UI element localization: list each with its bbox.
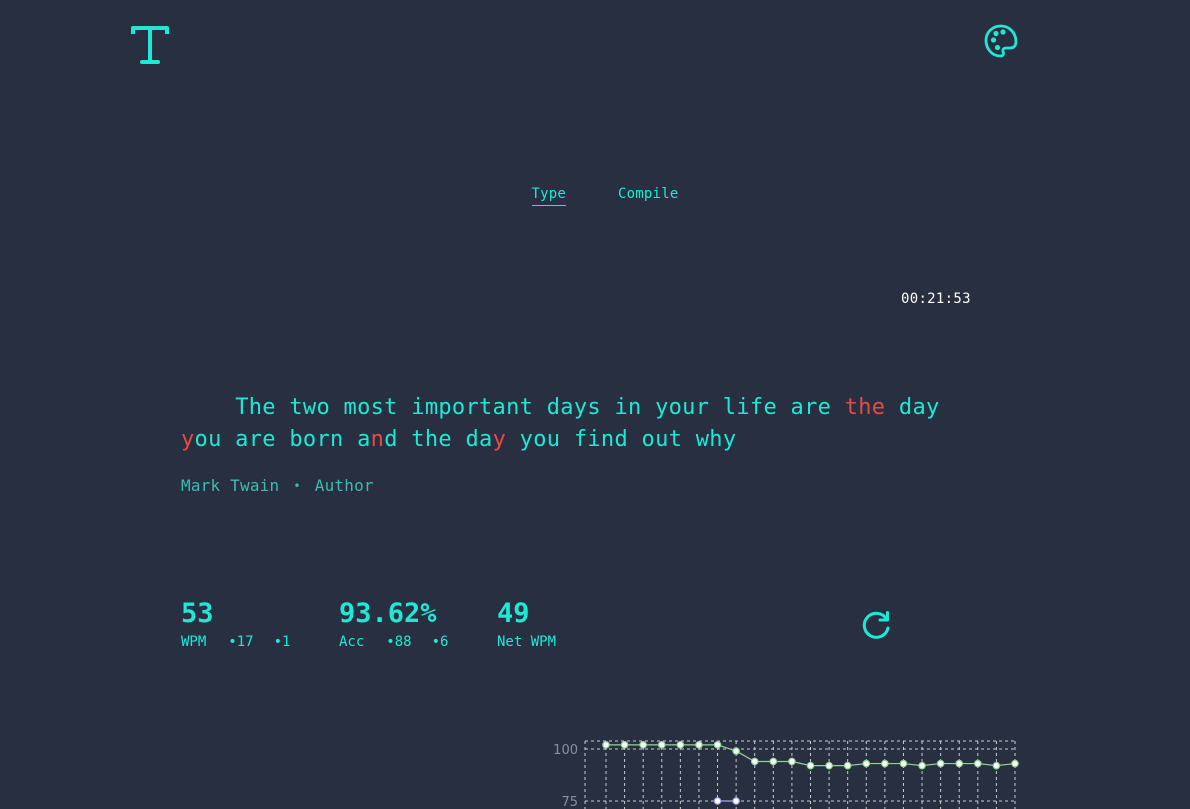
accuracy-label: Acc: [339, 634, 365, 650]
wpm-value: 53: [181, 598, 214, 629]
letter-t-logo[interactable]: [130, 24, 170, 68]
quote-segment: day: [885, 395, 954, 420]
y-tick-label: 75: [561, 795, 578, 809]
data-point: [750, 757, 759, 766]
data-point: [918, 761, 926, 770]
accuracy-value: 93.62%: [339, 598, 437, 629]
quote-segment-error: y: [181, 427, 195, 452]
accuracy-stat: 93.62% Acc •88 •6: [339, 598, 470, 650]
net-wpm-stat: 49 Net WPM: [497, 598, 578, 650]
quote-segment: you find out why: [506, 427, 737, 452]
data-point: [602, 741, 610, 749]
wpm-details: WPM •17 •1: [181, 634, 312, 650]
net-wpm-details: Net WPM: [497, 634, 578, 650]
reload-icon[interactable]: [859, 609, 893, 643]
data-point: [695, 741, 703, 749]
data-point: [881, 759, 889, 768]
speed-chart: 100 75: [553, 740, 1019, 809]
data-point: [732, 747, 740, 755]
quote-attribution: Mark Twain • Author: [181, 476, 374, 495]
data-point: [620, 741, 629, 749]
data-point: [788, 757, 796, 766]
timer: 00:21:53: [901, 291, 971, 307]
quote-segment-error: n: [370, 427, 385, 452]
author-name: Mark Twain: [181, 476, 280, 495]
wpm-stat: 53 WPM •17 •1: [181, 598, 312, 650]
accuracy-details: Acc •88 •6: [339, 634, 470, 650]
y-tick-label: 100: [553, 743, 578, 758]
data-point: [639, 741, 647, 749]
wpm-label: WPM: [181, 634, 207, 650]
data-point: [676, 741, 685, 749]
data-point: [713, 797, 722, 805]
app-root: Type Compile 00:21:53 The two most impor…: [0, 0, 1190, 809]
quote-segment: ou are born a: [194, 427, 371, 452]
data-point: [992, 761, 1001, 770]
palette-icon[interactable]: [984, 24, 1018, 58]
mode-tabs: Type Compile: [0, 186, 1190, 206]
data-point: [806, 761, 815, 770]
wpm-incorrect-count: •1: [273, 634, 291, 650]
data-point: [974, 759, 982, 768]
accuracy-correct-count: •88: [386, 634, 412, 650]
data-point: [862, 759, 871, 768]
accuracy-incorrect-count: •6: [431, 634, 449, 650]
data-point: [732, 797, 740, 805]
wpm-correct-count: •17: [228, 634, 254, 650]
data-point: [936, 759, 945, 768]
data-point: [843, 761, 852, 770]
data-point: [955, 759, 964, 768]
quote-text: The two most important days in your life…: [181, 360, 941, 488]
data-point: [825, 761, 833, 770]
data-point: [1011, 759, 1019, 768]
data-point: [657, 741, 666, 749]
tab-type[interactable]: Type: [531, 186, 567, 206]
author-role: Author: [314, 476, 374, 495]
data-point: [769, 757, 778, 766]
separator-dot: •: [293, 479, 301, 493]
quote-segment-error: y: [492, 427, 507, 452]
net-wpm-value: 49: [497, 598, 530, 629]
net-wpm-label: Net WPM: [497, 634, 557, 650]
quote-segment-error: the: [844, 395, 886, 420]
quote-segment: The two most important days in your life…: [235, 395, 845, 420]
data-point: [899, 759, 908, 768]
tab-compile[interactable]: Compile: [618, 186, 678, 206]
data-point: [713, 741, 722, 749]
quote-segment: d the da: [384, 427, 493, 452]
